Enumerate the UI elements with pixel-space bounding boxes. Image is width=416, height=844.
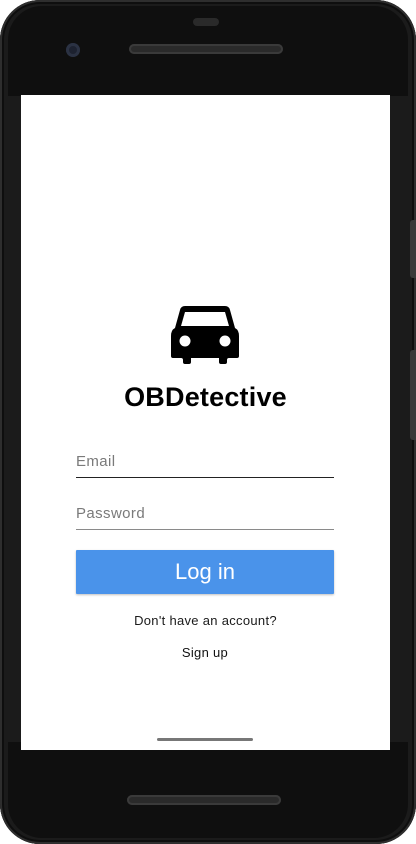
phone-bottom-bezel — [8, 742, 408, 838]
signup-button[interactable]: Sign up — [171, 641, 239, 663]
app-title: OBDetective — [124, 382, 287, 412]
password-input[interactable] — [76, 498, 334, 528]
email-underline — [76, 477, 334, 478]
bottom-speaker — [127, 795, 281, 805]
email-field[interactable] — [76, 446, 334, 478]
no-account-text: Don't have an account? — [134, 613, 277, 628]
email-input[interactable] — [76, 446, 334, 476]
earpiece-speaker — [129, 44, 283, 54]
password-underline — [76, 529, 334, 530]
phone-sensor — [193, 18, 219, 26]
front-camera-icon — [66, 43, 80, 57]
car-icon — [171, 306, 239, 364]
password-field[interactable] — [76, 498, 334, 530]
power-button — [410, 350, 416, 440]
home-indicator[interactable] — [157, 738, 253, 741]
app-screen: OBDetective Log in Don't have an account… — [21, 95, 390, 750]
phone-frame: OBDetective Log in Don't have an account… — [0, 0, 416, 844]
volume-button — [410, 220, 416, 278]
login-button[interactable]: Log in — [76, 550, 334, 594]
